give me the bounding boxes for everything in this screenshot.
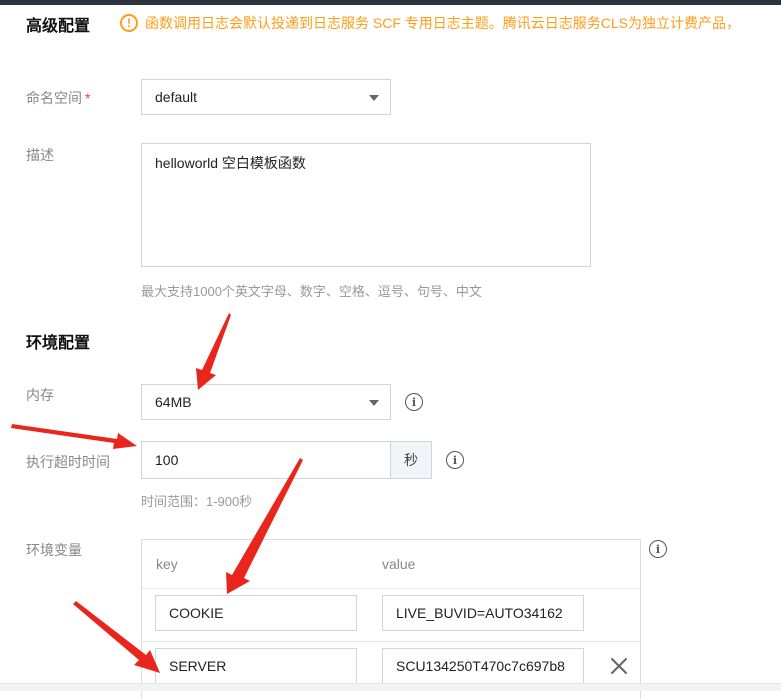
env-row-2-key-input[interactable]: SERVER <box>155 648 357 684</box>
top-bar <box>0 0 781 5</box>
env-vars-label: 环境变量 <box>26 542 82 558</box>
log-notice: ! 函数调用日志会默认投递到日志服务 SCF 专用日志主题。腾讯云日志服务CLS… <box>120 12 740 34</box>
warning-icon: ! <box>120 14 138 32</box>
log-notice-text: 函数调用日志会默认投递到日志服务 SCF 专用日志主题。腾讯云日志服务CLS为独… <box>145 15 741 31</box>
namespace-select[interactable]: default <box>141 79 391 115</box>
description-label: 描述 <box>26 147 54 163</box>
row-divider <box>142 641 640 642</box>
env-row-1-key-input[interactable]: COOKIE <box>155 595 357 631</box>
required-mark: * <box>85 90 91 106</box>
description-textarea[interactable]: helloworld 空白模板函数 <box>141 143 591 267</box>
arrow-to-timeout <box>11 424 137 449</box>
timeout-value: 100 <box>155 452 179 468</box>
timeout-hint: 时间范围：1-900秒 <box>141 494 253 509</box>
arrow-to-memory <box>196 313 231 390</box>
namespace-label: 命名空间 * <box>26 90 91 106</box>
advanced-config-title: 高级配置 <box>26 18 91 35</box>
description-hint: 最大支持1000个英文字母、数字、空格、逗号、句号、中文 <box>141 284 482 299</box>
timeout-unit: 秒 <box>390 441 432 479</box>
env-row-1-key: COOKIE <box>169 605 224 621</box>
close-icon[interactable] <box>610 657 628 675</box>
description-value: helloworld 空白模板函数 <box>155 155 306 171</box>
memory-value: 64MB <box>155 394 192 410</box>
memory-select[interactable]: 64MB <box>141 384 391 420</box>
env-vars-info-icon[interactable]: i <box>649 540 667 558</box>
caret-down-icon <box>369 400 379 406</box>
timeout-input[interactable]: 100 <box>141 441 391 479</box>
namespace-value: default <box>155 89 198 105</box>
caret-down-icon <box>369 95 379 101</box>
env-row-1-value: LIVE_BUVID=AUTO34162 <box>396 605 563 621</box>
env-config-title: 环境配置 <box>26 335 91 352</box>
env-row-1-value-input[interactable]: LIVE_BUVID=AUTO34162 <box>382 595 584 631</box>
env-row-2-value-input[interactable]: SCU134250T470c7c697b8 <box>382 648 584 684</box>
column-header-key: key <box>156 556 178 572</box>
env-row-2-key: SERVER <box>169 658 227 674</box>
timeout-label: 执行超时时间 <box>26 454 110 470</box>
env-row-2-value: SCU134250T470c7c697b8 <box>396 658 565 674</box>
memory-info-icon[interactable]: i <box>405 393 423 411</box>
column-header-value: value <box>382 556 416 572</box>
timeout-info-icon[interactable]: i <box>446 451 464 469</box>
env-vars-header: key value <box>142 540 640 589</box>
memory-label: 内存 <box>26 387 54 403</box>
